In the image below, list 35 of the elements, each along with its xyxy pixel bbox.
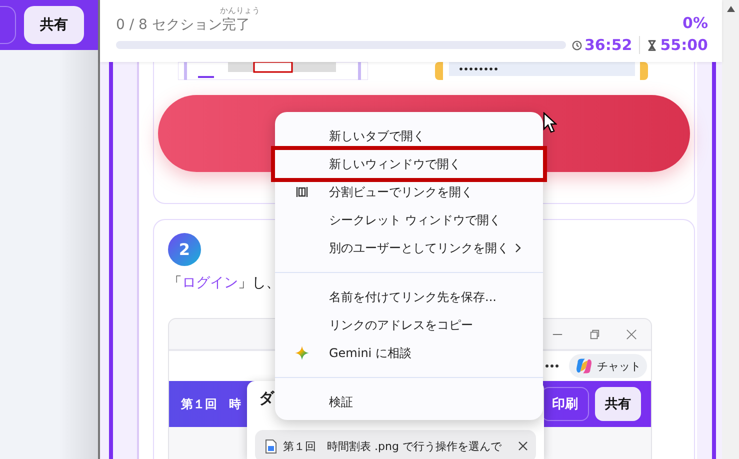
- clock-icon: [572, 40, 582, 50]
- copilot-icon: [575, 357, 593, 375]
- app-title: 第１回 時: [181, 396, 241, 412]
- menu-item[interactable]: 分割ビューでリンクを開く: [275, 178, 543, 206]
- menu-item[interactable]: Gemini に相談: [275, 339, 543, 367]
- progress-percent: 0%: [682, 14, 708, 32]
- progress-label: 完了: [222, 17, 250, 33]
- panel-title: ダ: [259, 389, 274, 408]
- file-name: 第１回 時間割表 .png で行う操作を選んで: [283, 438, 503, 454]
- scrollbar[interactable]: [722, 0, 739, 459]
- menu-item[interactable]: シークレット ウィンドウで開く: [275, 206, 543, 234]
- restore-icon[interactable]: [589, 328, 600, 340]
- menu-item[interactable]: 名前を付けてリンク先を保存...: [275, 283, 543, 311]
- toolbar-button[interactable]: 共有: [595, 387, 641, 421]
- close-icon[interactable]: [518, 441, 528, 451]
- menu-item[interactable]: リンクのアドレスをコピー: [275, 311, 543, 339]
- elapsed-time: 36:52: [584, 36, 632, 54]
- progress-label: 0 / 8 セクション: [116, 18, 222, 32]
- split-view-icon: [295, 185, 309, 199]
- menu-item[interactable]: 検証: [275, 388, 543, 416]
- image-file-icon: [265, 438, 277, 454]
- menu-item[interactable]: 新しいタブで開く: [275, 122, 543, 150]
- time-limit: 55:00: [660, 36, 708, 54]
- download-item[interactable]: 第１回 時間割表 .png で行う操作を選んで: [255, 430, 536, 459]
- hourglass-icon: [647, 40, 658, 50]
- scroll-up-icon[interactable]: [726, 5, 736, 13]
- ruby-reading: かんりょう: [220, 7, 260, 15]
- sparkle-icon: [295, 346, 309, 360]
- toolbar-button[interactable]: 共有: [24, 6, 84, 44]
- login-link[interactable]: ログイン: [182, 275, 238, 291]
- chat-button[interactable]: チャット: [569, 354, 647, 378]
- close-icon[interactable]: [626, 328, 637, 340]
- menu-item[interactable]: 別のユーザーとしてリンクを開く: [275, 234, 543, 262]
- step-number: 2: [168, 233, 201, 266]
- more-icon[interactable]: [545, 364, 559, 368]
